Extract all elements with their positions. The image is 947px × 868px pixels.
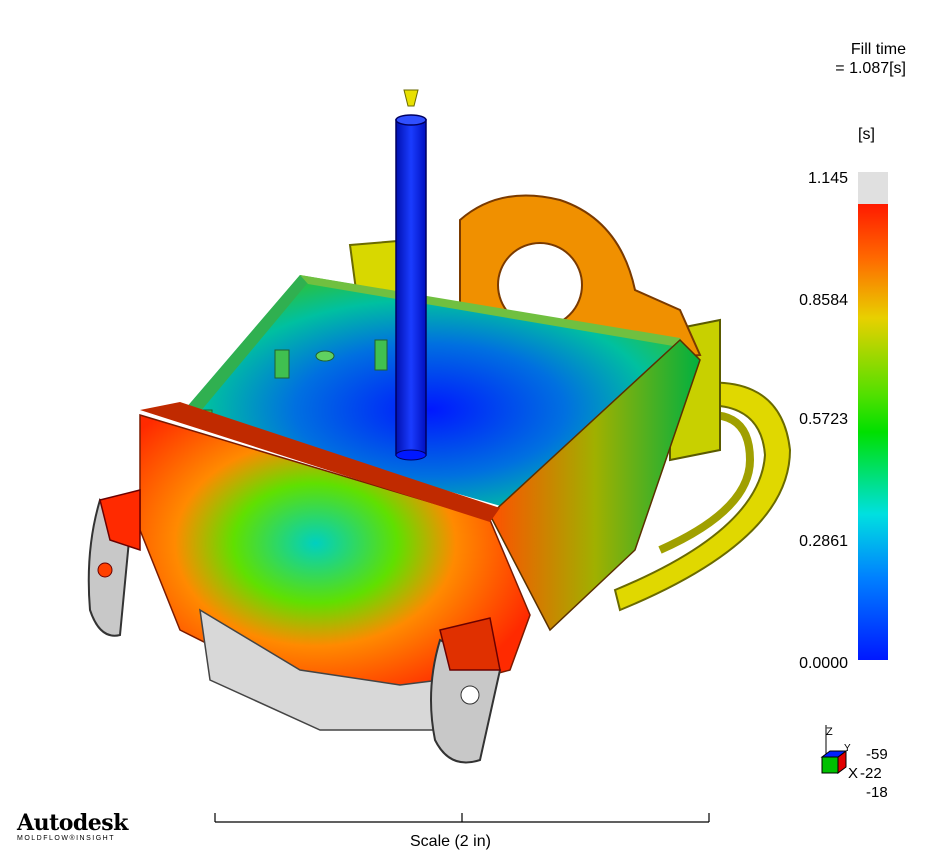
scale-gradient xyxy=(858,204,888,660)
sprue-bottom xyxy=(395,449,427,461)
result-name: Fill time xyxy=(850,41,906,58)
triad-z-label: Z xyxy=(826,726,833,738)
logo-wordmark: Autodesk xyxy=(17,810,128,836)
sprue-cylinder xyxy=(395,119,427,456)
sprue-top xyxy=(395,114,427,126)
scale-tick-label: 0.5723 xyxy=(799,411,848,428)
result-value: = 1.087[s] xyxy=(835,60,906,77)
scale-tick-label: 0.2861 xyxy=(799,533,848,550)
triad-value: -18 xyxy=(866,784,888,801)
triad-y-label: Y xyxy=(844,743,851,754)
scale-unit: [s] xyxy=(858,126,875,143)
right-ear-hole xyxy=(460,685,480,705)
triad-cube-green xyxy=(821,756,839,774)
left-ear-hole xyxy=(97,562,113,578)
triad-value: -22 xyxy=(860,765,882,782)
scale-ruler xyxy=(214,813,710,823)
logo-tagline: MOLDFLOW®INSIGHT xyxy=(17,835,115,842)
autodesk-logo: Autodesk MOLDFLOW®INSIGHT xyxy=(17,812,128,842)
inner-boss xyxy=(315,350,335,362)
part-model-render[interactable] xyxy=(60,70,820,790)
inner-post xyxy=(374,339,388,371)
scale-overflow-band xyxy=(858,172,888,204)
injection-cone-icon xyxy=(403,89,419,107)
inner-post xyxy=(274,349,290,379)
result-title: Fill time = 1.087[s] xyxy=(835,40,906,78)
triad-value: -59 xyxy=(866,746,888,763)
triad-x-label: X xyxy=(848,765,859,782)
scale-caption: Scale (2 in) xyxy=(410,833,491,850)
scale-tick-label: 0.0000 xyxy=(799,655,848,672)
scale-max-label: 1.145 xyxy=(807,170,848,187)
color-scale-bar xyxy=(858,172,888,660)
scale-tick-label: 0.8584 xyxy=(799,292,848,309)
